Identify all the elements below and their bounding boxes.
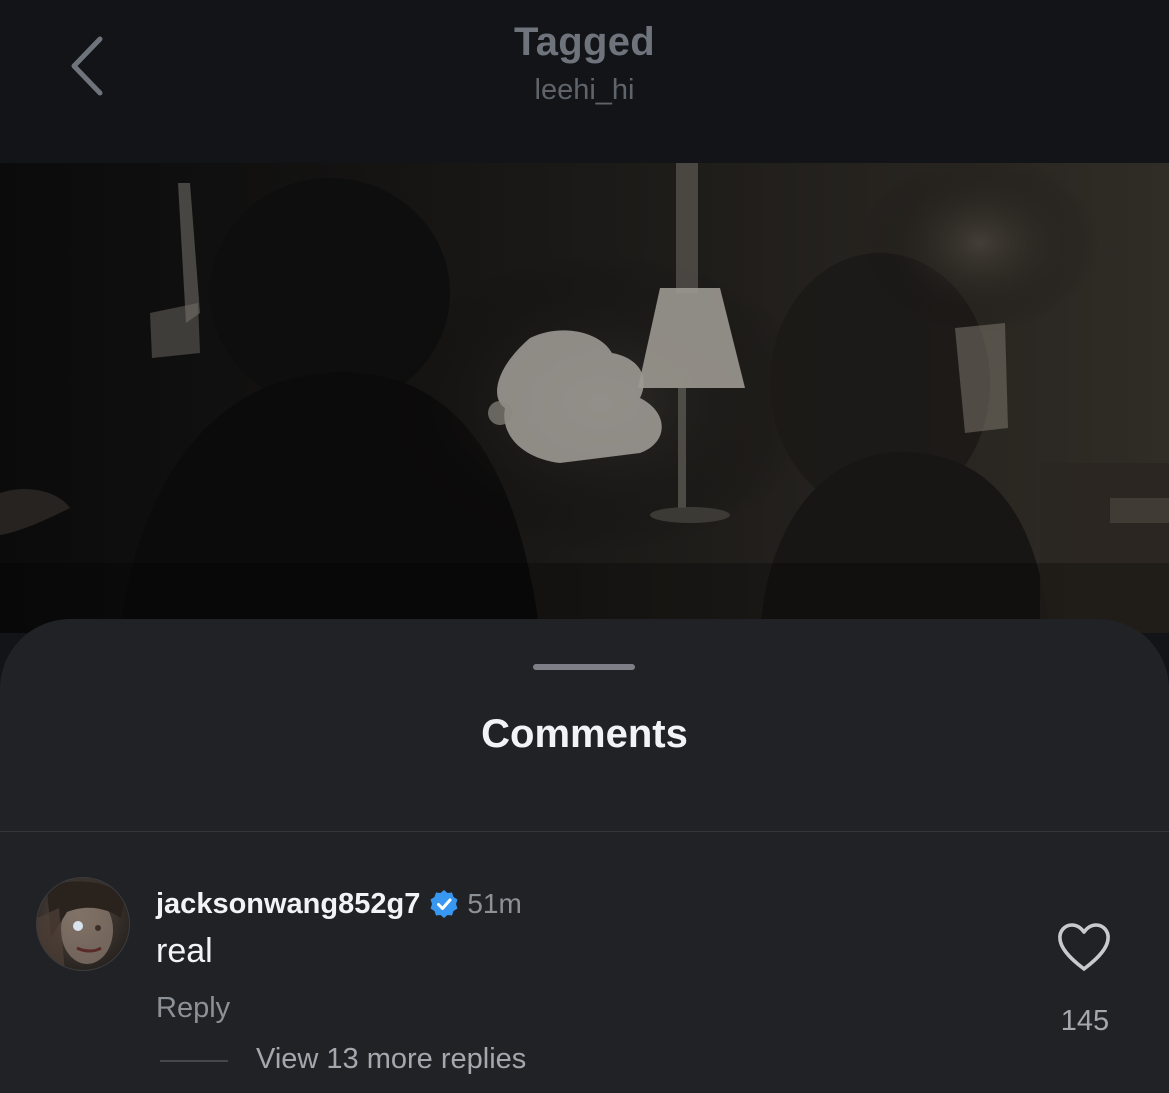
comment-item: jacksonwang852g7 51m real Reply View 13 … bbox=[0, 832, 1169, 1093]
comment-timestamp: 51m bbox=[467, 888, 522, 919]
page-title: Tagged bbox=[513, 20, 656, 64]
view-replies-button[interactable]: View 13 more replies bbox=[256, 1043, 526, 1076]
comment-text: real bbox=[156, 932, 213, 970]
sheet-drag-handle[interactable] bbox=[533, 664, 635, 670]
avatar-image bbox=[37, 881, 125, 970]
like-button[interactable] bbox=[1056, 922, 1112, 974]
replies-connector-line bbox=[160, 1060, 228, 1062]
comments-sheet: Comments jacksonwang852g7 51m real Reply… bbox=[0, 619, 1169, 1093]
verified-badge-icon bbox=[429, 889, 459, 919]
heart-outline-icon bbox=[1058, 923, 1110, 971]
tagged-post-screen: Tagged leehi_hi Comments jacksonwang852g… bbox=[0, 0, 1169, 1093]
comments-title: Comments bbox=[481, 712, 688, 756]
reply-button[interactable]: Reply bbox=[156, 992, 230, 1025]
like-count: 145 bbox=[1060, 1005, 1110, 1037]
comment-username[interactable]: jacksonwang852g7 bbox=[156, 888, 420, 921]
post-video[interactable] bbox=[0, 163, 1169, 633]
header-bar: Tagged leehi_hi bbox=[0, 0, 1169, 163]
video-frame-image bbox=[0, 163, 1169, 633]
comment-header: jacksonwang852g7 51m bbox=[156, 886, 522, 922]
page-subtitle-username[interactable]: leehi_hi bbox=[0, 74, 1169, 107]
avatar[interactable] bbox=[36, 877, 130, 971]
